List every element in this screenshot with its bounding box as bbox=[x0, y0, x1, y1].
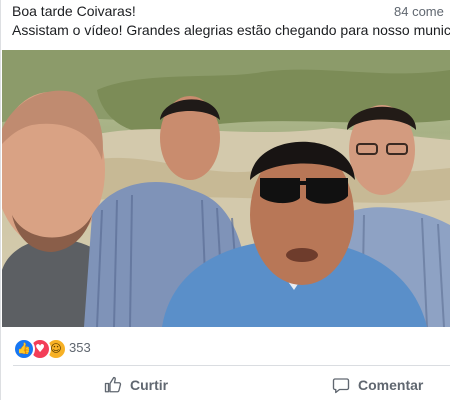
actions-divider bbox=[13, 365, 450, 366]
video-frame bbox=[2, 50, 450, 327]
comment-button[interactable]: Comentar bbox=[332, 372, 423, 398]
reactions-bar[interactable]: 👍 ♥ ☺ 353 bbox=[13, 336, 450, 360]
thumbs-up-icon bbox=[104, 376, 122, 393]
like-button-label: Curtir bbox=[130, 377, 169, 393]
post-line-greeting: Boa tarde Coivaras! bbox=[12, 3, 136, 19]
facebook-post: Boa tarde Coivaras! Assistam o vídeo! Gr… bbox=[0, 0, 450, 400]
comment-icon bbox=[332, 378, 350, 394]
post-message: Boa tarde Coivaras! Assistam o vídeo! Gr… bbox=[12, 2, 450, 40]
comments-count[interactable]: 84 come bbox=[394, 4, 444, 19]
like-reaction-icon: 👍 bbox=[13, 338, 35, 360]
like-button[interactable]: Curtir bbox=[104, 372, 168, 398]
post-video[interactable] bbox=[2, 50, 450, 327]
post-line-body: Assistam o vídeo! Grandes alegrias estão… bbox=[12, 22, 450, 38]
reaction-count[interactable]: 353 bbox=[69, 340, 91, 355]
comment-button-label: Comentar bbox=[358, 377, 424, 393]
